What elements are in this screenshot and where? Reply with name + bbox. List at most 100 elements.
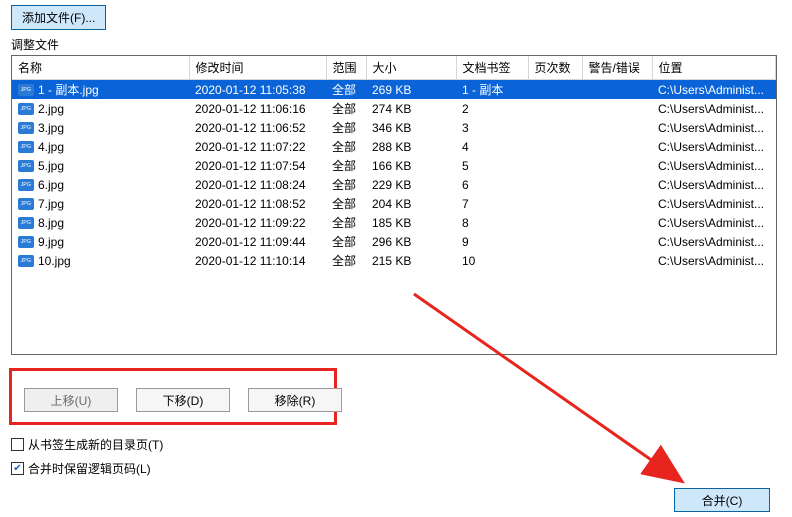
section-label: 调整文件	[11, 36, 792, 53]
cell-size: 215 KB	[366, 251, 456, 270]
col-location[interactable]: 位置	[652, 56, 776, 80]
cell-pages	[528, 175, 582, 194]
table-row[interactable]: 10.jpg2020-01-12 11:10:14全部215 KB10C:\Us…	[12, 251, 776, 270]
table-row[interactable]: 7.jpg2020-01-12 11:08:52全部204 KB7C:\User…	[12, 194, 776, 213]
cell-size: 296 KB	[366, 232, 456, 251]
cell-name: 4.jpg	[38, 140, 64, 154]
cell-name: 3.jpg	[12, 118, 189, 137]
cell-bookmark: 7	[456, 194, 528, 213]
checkbox-pagenum-row[interactable]: 合并时保留逻辑页码(L)	[11, 460, 151, 477]
table-row[interactable]: 6.jpg2020-01-12 11:08:24全部229 KB6C:\User…	[12, 175, 776, 194]
cell-name: 7.jpg	[12, 194, 189, 213]
cell-warnings	[582, 194, 652, 213]
checkbox-pagenum-label: 合并时保留逻辑页码(L)	[28, 460, 151, 477]
col-modified[interactable]: 修改时间	[189, 56, 326, 80]
jpg-icon	[18, 84, 34, 96]
cell-bookmark: 8	[456, 213, 528, 232]
merge-button[interactable]: 合并(C)	[674, 488, 770, 512]
cell-scope: 全部	[326, 137, 366, 156]
cell-name: 8.jpg	[38, 216, 64, 230]
cell-pages	[528, 118, 582, 137]
cell-location: C:\Users\Administ...	[652, 175, 776, 194]
cell-bookmark: 3	[456, 118, 528, 137]
jpg-icon	[18, 217, 34, 229]
table-row[interactable]: 5.jpg2020-01-12 11:07:54全部166 KB5C:\User…	[12, 156, 776, 175]
cell-name: 4.jpg	[12, 137, 189, 156]
checkbox-toc[interactable]	[11, 438, 24, 451]
checkbox-toc-row[interactable]: 从书签生成新的目录页(T)	[11, 436, 163, 453]
col-bookmark[interactable]: 文档书签	[456, 56, 528, 80]
jpg-icon	[18, 255, 34, 267]
cell-bookmark: 10	[456, 251, 528, 270]
cell-modified: 2020-01-12 11:06:16	[189, 99, 326, 118]
cell-location: C:\Users\Administ...	[652, 156, 776, 175]
cell-name: 7.jpg	[38, 197, 64, 211]
cell-name: 6.jpg	[12, 175, 189, 194]
cell-modified: 2020-01-12 11:08:24	[189, 175, 326, 194]
cell-warnings	[582, 99, 652, 118]
cell-name: 10.jpg	[12, 251, 189, 270]
cell-location: C:\Users\Administ...	[652, 137, 776, 156]
table-row[interactable]: 8.jpg2020-01-12 11:09:22全部185 KB8C:\User…	[12, 213, 776, 232]
add-files-button[interactable]: 添加文件(F)...	[11, 5, 106, 30]
table-row[interactable]: 4.jpg2020-01-12 11:07:22全部288 KB4C:\User…	[12, 137, 776, 156]
cell-name: 10.jpg	[38, 254, 71, 268]
cell-warnings	[582, 213, 652, 232]
cell-modified: 2020-01-12 11:06:52	[189, 118, 326, 137]
cell-pages	[528, 213, 582, 232]
jpg-icon	[18, 179, 34, 191]
cell-location: C:\Users\Administ...	[652, 213, 776, 232]
table-row[interactable]: 1 - 副本.jpg2020-01-12 11:05:38全部269 KB1 -…	[12, 80, 776, 100]
cell-pages	[528, 251, 582, 270]
cell-name: 1 - 副本.jpg	[12, 80, 189, 100]
cell-name: 2.jpg	[12, 99, 189, 118]
cell-name: 5.jpg	[38, 159, 64, 173]
col-name[interactable]: 名称	[12, 56, 189, 80]
checkbox-pagenum[interactable]	[11, 462, 24, 475]
cell-name: 2.jpg	[38, 102, 64, 116]
cell-location: C:\Users\Administ...	[652, 232, 776, 251]
cell-scope: 全部	[326, 175, 366, 194]
col-pages[interactable]: 页次数	[528, 56, 582, 80]
cell-warnings	[582, 175, 652, 194]
cell-modified: 2020-01-12 11:08:52	[189, 194, 326, 213]
col-warnings[interactable]: 警告/错误	[582, 56, 652, 80]
cell-size: 204 KB	[366, 194, 456, 213]
cell-size: 166 KB	[366, 156, 456, 175]
cell-pages	[528, 156, 582, 175]
cell-bookmark: 6	[456, 175, 528, 194]
cell-bookmark: 2	[456, 99, 528, 118]
jpg-icon	[18, 160, 34, 172]
cell-modified: 2020-01-12 11:09:22	[189, 213, 326, 232]
table-header-row: 名称 修改时间 范围 大小 文档书签 页次数 警告/错误 位置	[12, 56, 776, 80]
cell-bookmark: 1 - 副本	[456, 80, 528, 100]
cell-pages	[528, 99, 582, 118]
cell-size: 269 KB	[366, 80, 456, 100]
cell-warnings	[582, 80, 652, 100]
table-row[interactable]: 3.jpg2020-01-12 11:06:52全部346 KB3C:\User…	[12, 118, 776, 137]
table-row[interactable]: 9.jpg2020-01-12 11:09:44全部296 KB9C:\User…	[12, 232, 776, 251]
cell-name: 8.jpg	[12, 213, 189, 232]
cell-size: 185 KB	[366, 213, 456, 232]
col-scope[interactable]: 范围	[326, 56, 366, 80]
cell-location: C:\Users\Administ...	[652, 251, 776, 270]
cell-pages	[528, 194, 582, 213]
cell-scope: 全部	[326, 156, 366, 175]
col-size[interactable]: 大小	[366, 56, 456, 80]
jpg-icon	[18, 103, 34, 115]
cell-warnings	[582, 156, 652, 175]
cell-bookmark: 9	[456, 232, 528, 251]
cell-location: C:\Users\Administ...	[652, 99, 776, 118]
cell-name: 1 - 副本.jpg	[38, 81, 99, 98]
table-row[interactable]: 2.jpg2020-01-12 11:06:16全部274 KB2C:\User…	[12, 99, 776, 118]
move-up-button[interactable]: 上移(U)	[24, 388, 118, 412]
cell-location: C:\Users\Administ...	[652, 194, 776, 213]
cell-warnings	[582, 118, 652, 137]
cell-pages	[528, 137, 582, 156]
remove-button[interactable]: 移除(R)	[248, 388, 342, 412]
cell-warnings	[582, 232, 652, 251]
move-down-button[interactable]: 下移(D)	[136, 388, 230, 412]
cell-size: 346 KB	[366, 118, 456, 137]
file-table[interactable]: 名称 修改时间 范围 大小 文档书签 页次数 警告/错误 位置 1 - 副本.j…	[12, 56, 776, 270]
cell-modified: 2020-01-12 11:07:54	[189, 156, 326, 175]
